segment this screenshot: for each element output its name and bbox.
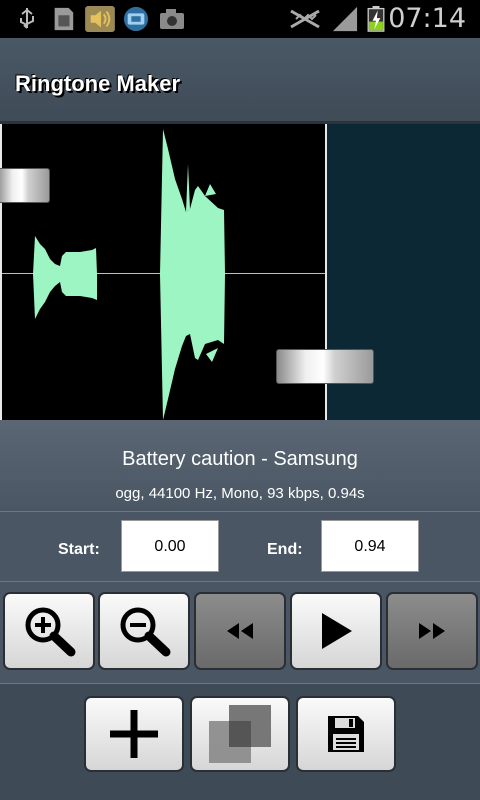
app-title: Ringtone Maker — [15, 71, 181, 96]
copy-icon — [209, 705, 271, 763]
status-bar: 07:14 — [0, 0, 480, 38]
waveform-view[interactable] — [0, 124, 480, 420]
track-info: Battery caution - Samsung ogg, 44100 Hz,… — [0, 420, 480, 512]
title-bar: Ringtone Maker — [0, 38, 480, 124]
zoom-out-icon — [120, 607, 171, 657]
track-details: ogg, 44100 Hz, Mono, 93 kbps, 0.94s — [115, 485, 365, 502]
sd-card-icon — [54, 7, 74, 31]
play-button[interactable] — [290, 592, 382, 670]
zoom-in-button[interactable] — [3, 592, 95, 670]
play-icon — [322, 613, 352, 649]
start-time-input[interactable]: 0.00 — [121, 520, 219, 572]
floppy-disk-icon — [328, 716, 364, 752]
playback-controls — [0, 582, 480, 684]
fast-forward-icon — [419, 623, 445, 639]
plus-icon — [110, 710, 158, 758]
copy-button[interactable] — [190, 696, 290, 772]
usb-icon — [20, 8, 34, 29]
mute-icon — [290, 9, 320, 29]
clock: 07:14 — [388, 3, 466, 34]
end-label: End: — [267, 541, 303, 558]
zoom-out-button[interactable] — [98, 592, 190, 670]
start-label: Start: — [58, 541, 100, 558]
rewind-icon — [227, 623, 253, 639]
time-fields: Start: 0.00 End: 0.94 — [0, 512, 480, 582]
volume-icon — [85, 6, 115, 32]
track-name: Battery caution - Samsung — [122, 448, 358, 470]
action-buttons — [0, 684, 480, 800]
add-button[interactable] — [84, 696, 184, 772]
start-handle[interactable] — [0, 168, 50, 203]
save-button[interactable] — [296, 696, 396, 772]
waveform-graph — [33, 129, 225, 420]
end-handle[interactable] — [276, 349, 374, 384]
battery-icon — [367, 6, 385, 32]
signal-icon — [332, 6, 358, 32]
fast-forward-button[interactable] — [386, 592, 478, 670]
chat-icon — [123, 6, 149, 32]
end-time-input[interactable]: 0.94 — [321, 520, 419, 572]
camera-icon — [160, 9, 184, 29]
rewind-button[interactable] — [194, 592, 286, 670]
zoom-in-icon — [25, 607, 76, 657]
